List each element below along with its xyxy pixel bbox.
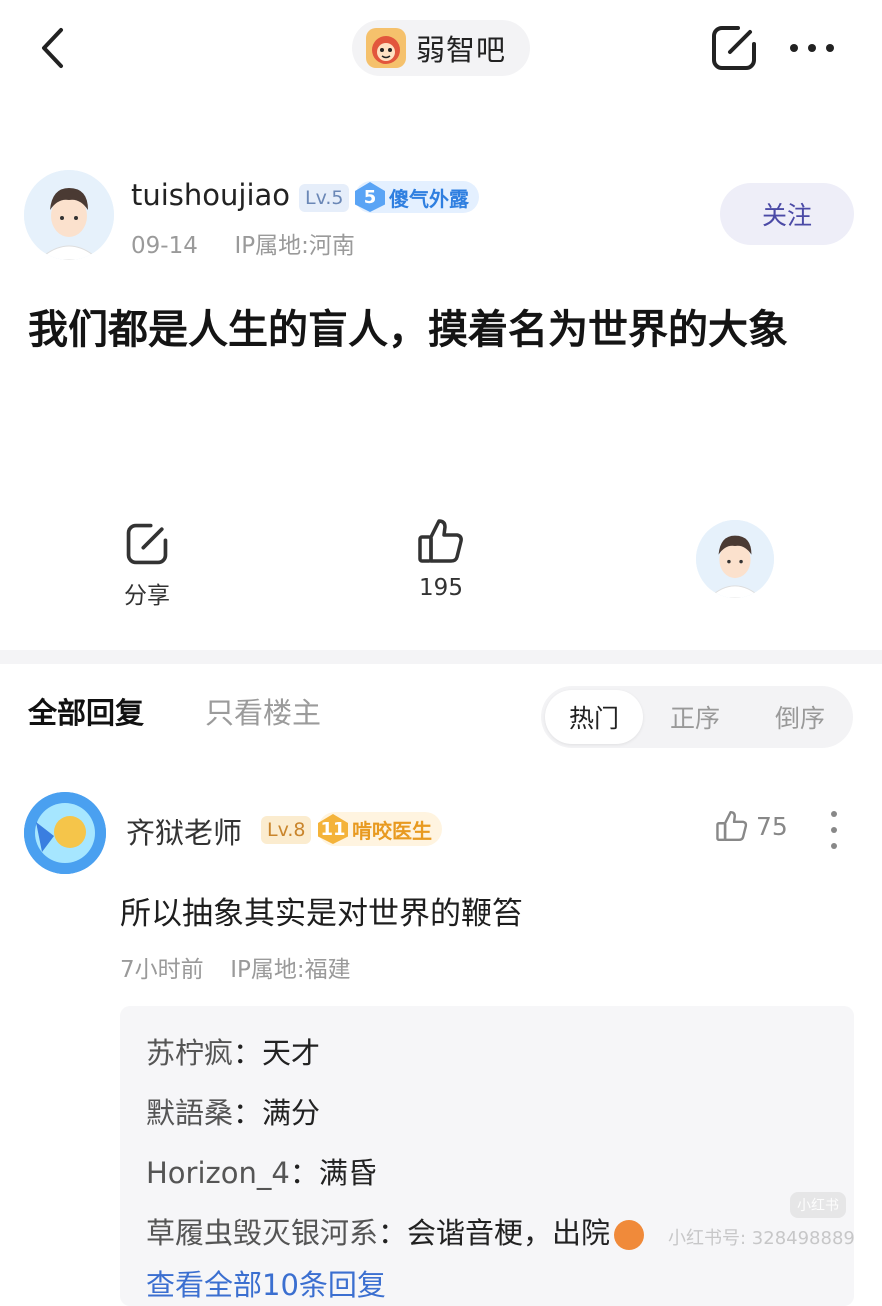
reply-like-count: 75: [756, 811, 788, 841]
share-icon: [126, 523, 168, 565]
sub-reply-author: 草履虫毁灭银河系: [146, 1216, 379, 1250]
share-button[interactable]: 分享: [100, 520, 194, 610]
sub-reply[interactable]: 草履虫毁灭银河系：会谐音梗，出院: [146, 1210, 645, 1252]
edit-button[interactable]: [708, 22, 760, 74]
reply-meta: 7小时前 IP属地:福建: [120, 950, 351, 984]
forum-name: 弱智吧: [416, 33, 507, 67]
forum-entry[interactable]: 弱智吧: [352, 20, 530, 76]
forum-logo: [366, 28, 406, 68]
reply-author-avatar[interactable]: [24, 792, 106, 874]
watermark-logo: 小红书: [790, 1192, 846, 1218]
liker-avatar[interactable]: [696, 520, 774, 598]
title-level-icon: 5: [355, 182, 385, 212]
angry-face-icon: [614, 1220, 645, 1250]
section-divider: [0, 650, 882, 664]
author-title-badge: 5 傻气外露: [355, 181, 479, 213]
sort-ascending-button[interactable]: 正序: [670, 699, 720, 735]
sub-reply-text: 会谐音梗，出院: [407, 1216, 611, 1250]
sub-reply-text: 天才: [262, 1036, 321, 1070]
thumbs-up-icon: [418, 519, 463, 563]
post-date: 09-14: [131, 233, 198, 259]
author-name[interactable]: tuishoujiao: [131, 178, 290, 212]
post-ip-location: IP属地:河南: [234, 233, 355, 259]
author-level-badge: Lv.5: [299, 184, 350, 212]
sub-reply-author: 苏柠疯: [146, 1036, 234, 1070]
title-text: 傻气外露: [389, 186, 469, 211]
sub-reply[interactable]: Horizon_4：满昏: [146, 1150, 377, 1192]
view-all-replies-link[interactable]: 查看全部10条回复: [146, 1262, 386, 1304]
reply-title-badge: 11 啃咬医生: [318, 812, 442, 846]
like-count: 195: [419, 575, 463, 601]
follow-button[interactable]: 关注: [720, 183, 854, 245]
edit-icon: [712, 26, 756, 70]
watermark-text: 小红书号: 328498889: [668, 1228, 855, 1249]
sort-descending-button[interactable]: 倒序: [775, 699, 825, 735]
post-meta: 09-14 IP属地:河南: [131, 226, 355, 260]
share-label: 分享: [124, 583, 170, 609]
more-options-button[interactable]: [786, 28, 838, 68]
like-button[interactable]: 195: [394, 515, 488, 601]
author-avatar[interactable]: [24, 170, 114, 260]
tab-all-replies[interactable]: 全部回复: [28, 690, 144, 732]
tab-owner-only[interactable]: 只看楼主: [205, 690, 321, 732]
reply-ip-location: IP属地:福建: [230, 957, 351, 983]
reply-text: 所以抽象其实是对世界的鞭笞: [120, 896, 523, 932]
sub-reply-author: Horizon_4: [146, 1156, 290, 1190]
thumbs-up-icon: [716, 810, 748, 842]
sub-reply[interactable]: 苏柠疯：天才: [146, 1030, 320, 1072]
more-vertical-icon: [831, 811, 837, 849]
sort-hot-button[interactable]: 热门: [545, 690, 643, 744]
reply-like-button[interactable]: 75: [714, 808, 788, 844]
reply-more-button[interactable]: [822, 808, 846, 852]
back-button[interactable]: [30, 22, 78, 74]
title-level-icon: 11: [318, 814, 348, 844]
reply-level-badge: Lv.8: [261, 816, 312, 844]
reply-author-name[interactable]: 齐狱老师: [126, 810, 242, 852]
sub-reply-author: 默語桑: [146, 1096, 234, 1130]
sub-reply-text: 满分: [262, 1096, 321, 1130]
sub-reply-text: 满昏: [318, 1156, 377, 1190]
reply-time: 7小时前: [120, 957, 204, 983]
more-horizontal-icon: [790, 44, 834, 52]
title-text: 啃咬医生: [352, 818, 432, 843]
post-content: 我们都是人生的盲人，摸着名为世界的大象: [28, 307, 788, 353]
sub-reply[interactable]: 默語桑：满分: [146, 1090, 320, 1132]
chevron-left-icon: [42, 28, 63, 68]
